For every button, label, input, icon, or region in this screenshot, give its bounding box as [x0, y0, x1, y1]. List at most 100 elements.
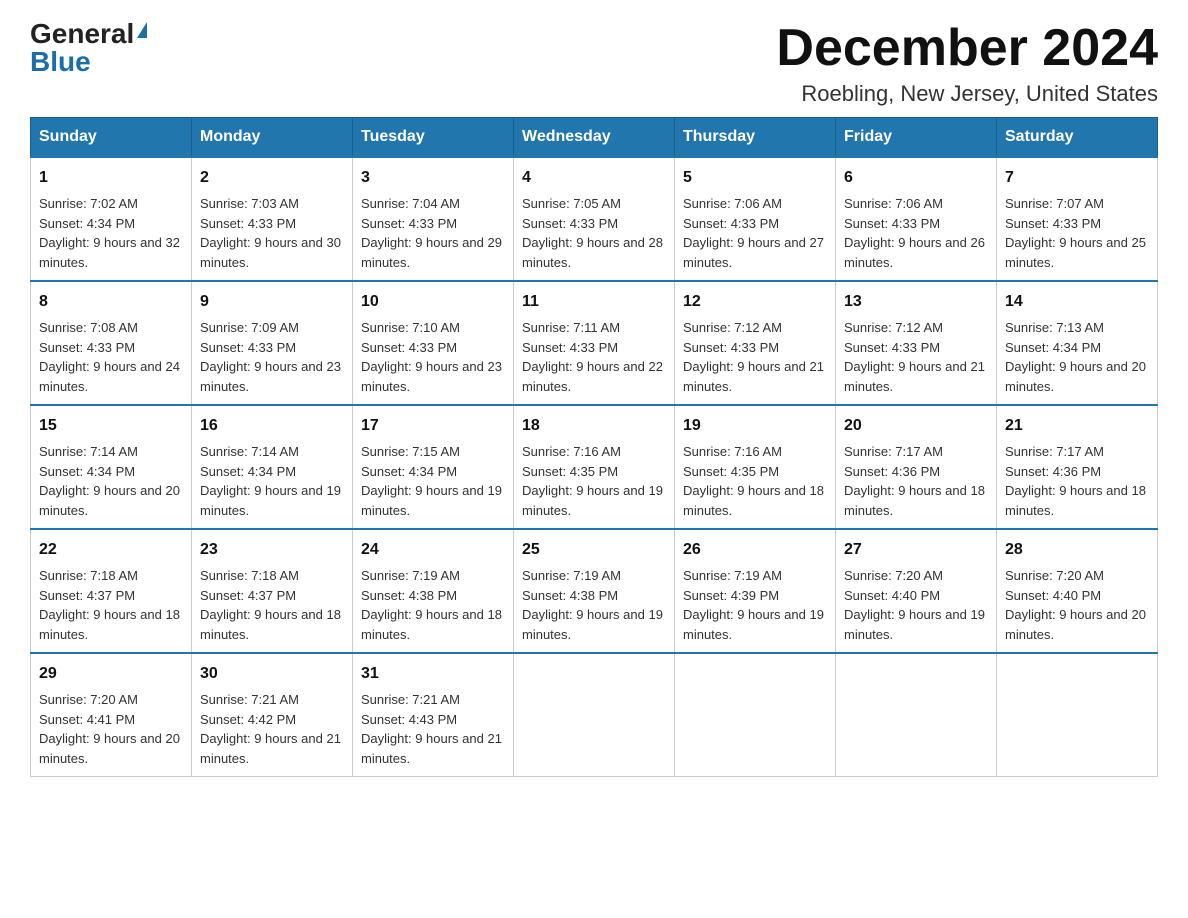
- logo-blue-text: Blue: [30, 48, 91, 76]
- day-number: 6: [844, 166, 988, 190]
- day-info: Sunrise: 7:15 AMSunset: 4:34 PMDaylight:…: [361, 444, 502, 518]
- day-number: 8: [39, 290, 183, 314]
- calendar-cell: 1 Sunrise: 7:02 AMSunset: 4:34 PMDayligh…: [31, 157, 192, 281]
- calendar-cell: 26 Sunrise: 7:19 AMSunset: 4:39 PMDaylig…: [675, 529, 836, 653]
- calendar-cell: 16 Sunrise: 7:14 AMSunset: 4:34 PMDaylig…: [192, 405, 353, 529]
- calendar-cell: 23 Sunrise: 7:18 AMSunset: 4:37 PMDaylig…: [192, 529, 353, 653]
- day-number: 5: [683, 166, 827, 190]
- calendar-cell: 29 Sunrise: 7:20 AMSunset: 4:41 PMDaylig…: [31, 653, 192, 777]
- day-number: 26: [683, 538, 827, 562]
- calendar-week-3: 15 Sunrise: 7:14 AMSunset: 4:34 PMDaylig…: [31, 405, 1158, 529]
- calendar-cell: [675, 653, 836, 777]
- calendar-cell: [997, 653, 1158, 777]
- calendar-location: Roebling, New Jersey, United States: [776, 81, 1158, 107]
- calendar-cell: 17 Sunrise: 7:15 AMSunset: 4:34 PMDaylig…: [353, 405, 514, 529]
- day-number: 23: [200, 538, 344, 562]
- calendar-cell: 25 Sunrise: 7:19 AMSunset: 4:38 PMDaylig…: [514, 529, 675, 653]
- day-info: Sunrise: 7:06 AMSunset: 4:33 PMDaylight:…: [683, 196, 824, 270]
- day-number: 16: [200, 414, 344, 438]
- day-number: 20: [844, 414, 988, 438]
- day-number: 21: [1005, 414, 1149, 438]
- day-info: Sunrise: 7:12 AMSunset: 4:33 PMDaylight:…: [683, 320, 824, 394]
- day-info: Sunrise: 7:13 AMSunset: 4:34 PMDaylight:…: [1005, 320, 1146, 394]
- calendar-cell: 27 Sunrise: 7:20 AMSunset: 4:40 PMDaylig…: [836, 529, 997, 653]
- day-number: 12: [683, 290, 827, 314]
- day-info: Sunrise: 7:02 AMSunset: 4:34 PMDaylight:…: [39, 196, 180, 270]
- day-info: Sunrise: 7:20 AMSunset: 4:40 PMDaylight:…: [844, 568, 985, 642]
- day-number: 19: [683, 414, 827, 438]
- day-number: 9: [200, 290, 344, 314]
- calendar-cell: 4 Sunrise: 7:05 AMSunset: 4:33 PMDayligh…: [514, 157, 675, 281]
- day-info: Sunrise: 7:21 AMSunset: 4:42 PMDaylight:…: [200, 692, 341, 766]
- logo-general-text: General: [30, 20, 134, 48]
- calendar-week-1: 1 Sunrise: 7:02 AMSunset: 4:34 PMDayligh…: [31, 157, 1158, 281]
- day-info: Sunrise: 7:05 AMSunset: 4:33 PMDaylight:…: [522, 196, 663, 270]
- day-number: 4: [522, 166, 666, 190]
- calendar-cell: 3 Sunrise: 7:04 AMSunset: 4:33 PMDayligh…: [353, 157, 514, 281]
- day-info: Sunrise: 7:14 AMSunset: 4:34 PMDaylight:…: [39, 444, 180, 518]
- calendar-cell: 22 Sunrise: 7:18 AMSunset: 4:37 PMDaylig…: [31, 529, 192, 653]
- calendar-cell: 5 Sunrise: 7:06 AMSunset: 4:33 PMDayligh…: [675, 157, 836, 281]
- calendar-cell: 10 Sunrise: 7:10 AMSunset: 4:33 PMDaylig…: [353, 281, 514, 405]
- weekday-header-tuesday: Tuesday: [353, 118, 514, 158]
- logo-triangle-icon: [137, 22, 147, 38]
- day-info: Sunrise: 7:20 AMSunset: 4:41 PMDaylight:…: [39, 692, 180, 766]
- day-number: 11: [522, 290, 666, 314]
- page-header: General Blue December 2024 Roebling, New…: [30, 20, 1158, 107]
- day-info: Sunrise: 7:17 AMSunset: 4:36 PMDaylight:…: [1005, 444, 1146, 518]
- day-number: 27: [844, 538, 988, 562]
- day-info: Sunrise: 7:16 AMSunset: 4:35 PMDaylight:…: [522, 444, 663, 518]
- calendar-cell: 2 Sunrise: 7:03 AMSunset: 4:33 PMDayligh…: [192, 157, 353, 281]
- calendar-cell: 28 Sunrise: 7:20 AMSunset: 4:40 PMDaylig…: [997, 529, 1158, 653]
- calendar-title: December 2024: [776, 20, 1158, 77]
- calendar-table: SundayMondayTuesdayWednesdayThursdayFrid…: [30, 117, 1158, 777]
- day-info: Sunrise: 7:06 AMSunset: 4:33 PMDaylight:…: [844, 196, 985, 270]
- calendar-cell: 20 Sunrise: 7:17 AMSunset: 4:36 PMDaylig…: [836, 405, 997, 529]
- day-info: Sunrise: 7:11 AMSunset: 4:33 PMDaylight:…: [522, 320, 663, 394]
- day-number: 22: [39, 538, 183, 562]
- weekday-header-sunday: Sunday: [31, 118, 192, 158]
- day-number: 30: [200, 662, 344, 686]
- weekday-header-saturday: Saturday: [997, 118, 1158, 158]
- day-number: 28: [1005, 538, 1149, 562]
- weekday-header-wednesday: Wednesday: [514, 118, 675, 158]
- calendar-cell: 31 Sunrise: 7:21 AMSunset: 4:43 PMDaylig…: [353, 653, 514, 777]
- day-number: 18: [522, 414, 666, 438]
- calendar-cell: 30 Sunrise: 7:21 AMSunset: 4:42 PMDaylig…: [192, 653, 353, 777]
- day-number: 3: [361, 166, 505, 190]
- calendar-header: SundayMondayTuesdayWednesdayThursdayFrid…: [31, 118, 1158, 158]
- day-info: Sunrise: 7:10 AMSunset: 4:33 PMDaylight:…: [361, 320, 502, 394]
- day-number: 29: [39, 662, 183, 686]
- calendar-cell: [836, 653, 997, 777]
- day-info: Sunrise: 7:18 AMSunset: 4:37 PMDaylight:…: [39, 568, 180, 642]
- calendar-cell: 9 Sunrise: 7:09 AMSunset: 4:33 PMDayligh…: [192, 281, 353, 405]
- calendar-cell: 18 Sunrise: 7:16 AMSunset: 4:35 PMDaylig…: [514, 405, 675, 529]
- day-info: Sunrise: 7:17 AMSunset: 4:36 PMDaylight:…: [844, 444, 985, 518]
- calendar-cell: 13 Sunrise: 7:12 AMSunset: 4:33 PMDaylig…: [836, 281, 997, 405]
- day-info: Sunrise: 7:18 AMSunset: 4:37 PMDaylight:…: [200, 568, 341, 642]
- day-number: 13: [844, 290, 988, 314]
- title-block: December 2024 Roebling, New Jersey, Unit…: [776, 20, 1158, 107]
- calendar-cell: 14 Sunrise: 7:13 AMSunset: 4:34 PMDaylig…: [997, 281, 1158, 405]
- day-info: Sunrise: 7:12 AMSunset: 4:33 PMDaylight:…: [844, 320, 985, 394]
- day-number: 10: [361, 290, 505, 314]
- calendar-cell: 8 Sunrise: 7:08 AMSunset: 4:33 PMDayligh…: [31, 281, 192, 405]
- day-number: 25: [522, 538, 666, 562]
- day-info: Sunrise: 7:08 AMSunset: 4:33 PMDaylight:…: [39, 320, 180, 394]
- day-info: Sunrise: 7:04 AMSunset: 4:33 PMDaylight:…: [361, 196, 502, 270]
- calendar-cell: 24 Sunrise: 7:19 AMSunset: 4:38 PMDaylig…: [353, 529, 514, 653]
- day-info: Sunrise: 7:09 AMSunset: 4:33 PMDaylight:…: [200, 320, 341, 394]
- day-number: 24: [361, 538, 505, 562]
- day-number: 15: [39, 414, 183, 438]
- day-info: Sunrise: 7:16 AMSunset: 4:35 PMDaylight:…: [683, 444, 824, 518]
- calendar-cell: 11 Sunrise: 7:11 AMSunset: 4:33 PMDaylig…: [514, 281, 675, 405]
- day-info: Sunrise: 7:20 AMSunset: 4:40 PMDaylight:…: [1005, 568, 1146, 642]
- day-info: Sunrise: 7:07 AMSunset: 4:33 PMDaylight:…: [1005, 196, 1146, 270]
- calendar-week-5: 29 Sunrise: 7:20 AMSunset: 4:41 PMDaylig…: [31, 653, 1158, 777]
- day-number: 31: [361, 662, 505, 686]
- calendar-cell: 15 Sunrise: 7:14 AMSunset: 4:34 PMDaylig…: [31, 405, 192, 529]
- logo: General Blue: [30, 20, 147, 76]
- calendar-cell: 6 Sunrise: 7:06 AMSunset: 4:33 PMDayligh…: [836, 157, 997, 281]
- weekday-header-friday: Friday: [836, 118, 997, 158]
- calendar-cell: 12 Sunrise: 7:12 AMSunset: 4:33 PMDaylig…: [675, 281, 836, 405]
